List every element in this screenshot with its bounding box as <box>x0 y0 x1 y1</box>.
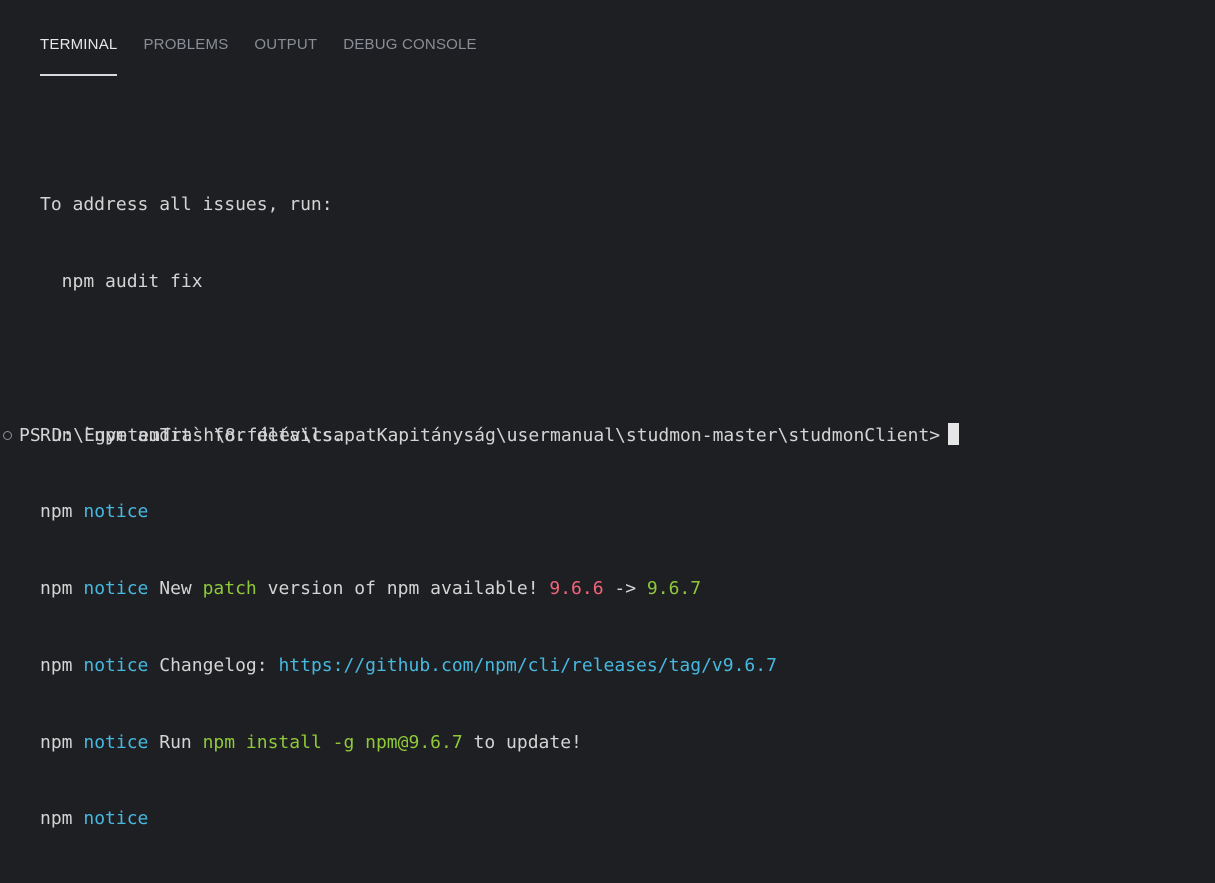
install-command: npm install -g npm@9.6.7 <box>202 731 463 753</box>
npm-label: npm <box>40 501 73 523</box>
output-text: Changelog: <box>148 654 279 676</box>
terminal-output[interactable]: To address all issues, run: npm audit fi… <box>40 141 1215 883</box>
output-text: Run <box>148 731 203 753</box>
tab-problems[interactable]: PROBLEMS <box>143 36 228 76</box>
output-text: npm audit fix <box>40 270 203 292</box>
terminal-line: npm notice Run npm install -g npm@9.6.7 … <box>40 730 1215 756</box>
tab-debug-console[interactable]: DEBUG CONSOLE <box>343 36 476 76</box>
terminal-line: npm notice New patch version of npm avai… <box>40 576 1215 602</box>
output-text: To address all issues, run: <box>40 194 333 216</box>
npm-label: npm <box>40 654 73 676</box>
npm-label: npm <box>40 578 73 600</box>
notice-label: notice <box>83 654 149 676</box>
new-version: 9.6.7 <box>646 578 702 600</box>
notice-label: notice <box>83 731 149 753</box>
notice-label: notice <box>83 578 149 600</box>
notice-label: notice <box>83 501 149 523</box>
arrow-text: -> <box>603 578 647 600</box>
old-version: 9.6.6 <box>549 578 604 600</box>
changelog-link[interactable]: https://github.com/npm/cli/releases/tag/… <box>278 655 777 676</box>
terminal-panel: TERMINAL PROBLEMS OUTPUT DEBUG CONSOLE T… <box>0 0 1215 829</box>
patch-label: patch <box>202 578 257 600</box>
panel-tabs: TERMINAL PROBLEMS OUTPUT DEBUG CONSOLE <box>40 36 503 76</box>
tab-terminal[interactable]: TERMINAL <box>40 36 118 76</box>
notice-label: notice <box>83 808 149 830</box>
terminal-prompt-line[interactable]: PS D:\EgyetemTrash\8.félév\csapatKapitán… <box>0 423 1215 449</box>
terminal-line: npm notice <box>40 806 1215 832</box>
cursor <box>948 423 960 445</box>
command-status-circle-icon[interactable] <box>3 431 12 440</box>
terminal-line: To address all issues, run: <box>40 192 1215 218</box>
output-text: version of npm available! <box>256 578 550 600</box>
tab-output[interactable]: OUTPUT <box>254 36 317 76</box>
prompt-text: PS D:\EgyetemTrash\8.félév\csapatKapitán… <box>19 423 960 449</box>
npm-label: npm <box>40 808 73 830</box>
prompt-path: PS D:\EgyetemTrash\8.félév\csapatKapitán… <box>19 425 941 446</box>
npm-label: npm <box>40 731 73 753</box>
terminal-line: npm audit fix <box>40 269 1215 295</box>
terminal-line: npm notice <box>40 499 1215 525</box>
terminal-line: npm notice Changelog: https://github.com… <box>40 653 1215 679</box>
output-text: to update! <box>462 731 582 753</box>
output-text: New <box>148 578 203 600</box>
